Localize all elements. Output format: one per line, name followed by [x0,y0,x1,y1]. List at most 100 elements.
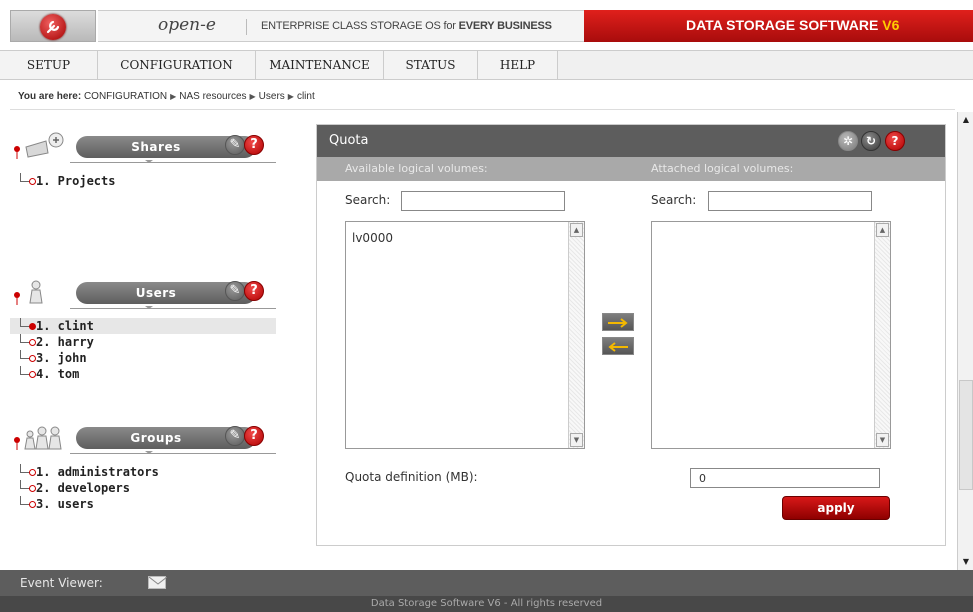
breadcrumb-arrow-icon: ▶ [249,92,256,101]
product-version: V6 [882,17,900,33]
envelope-icon[interactable] [148,576,168,589]
volume-column-headers: Available logical volumes: Attached logi… [317,157,945,181]
event-viewer-label: Event Viewer: [20,576,103,590]
group-item-developers[interactable]: 2. developers [10,480,276,496]
quota-panel: Quota ✲ ↻ ? Available logical volumes: A… [316,124,946,546]
event-viewer-bar: Event Viewer: [0,570,973,596]
scroll-down-icon[interactable]: ▼ [570,433,583,447]
tree-node-icon [29,371,36,378]
section-notch [145,306,153,309]
tree-node-icon [29,485,36,492]
group-item-users[interactable]: 3. users [10,496,276,512]
move-left-button[interactable] [602,337,634,355]
attached-search-label: Search: [651,193,697,207]
quota-definition-label: Quota definition (MB): [345,470,478,484]
users-icon [14,280,43,305]
product-name: DATA STORAGE SOFTWARE V6 [686,17,900,33]
breadcrumb-configuration[interactable]: CONFIGURATION [84,91,167,102]
app-window: open-e ENTERPRISE CLASS STORAGE OS for E… [0,0,973,612]
groups-settings-wrench-icon[interactable]: ✎ [225,426,245,446]
brand-name: open-e [158,15,216,35]
menu-status[interactable]: STATUS [384,51,478,79]
menu-help[interactable]: HELP [478,51,558,79]
main-menu: SETUP CONFIGURATION MAINTENANCE STATUS H… [0,50,973,80]
help-icon[interactable]: ? [885,131,905,151]
page-scrollbar[interactable]: ▲ ▼ [957,112,973,570]
move-right-button[interactable] [602,313,634,331]
user-item-clint[interactable]: 1. clint [10,318,276,334]
settings-gear-icon[interactable]: ✲ [838,131,858,151]
groups-icon [14,426,62,450]
arrow-left-icon [608,342,628,352]
menu-configuration[interactable]: CONFIGURATION [98,51,256,79]
breadcrumb-nas-resources[interactable]: NAS resources [179,91,246,102]
user-item-harry[interactable]: 2. harry [10,334,276,350]
breadcrumb-arrow-icon: ▶ [170,92,177,101]
users-section-header: Users ✎ ? [10,273,276,309]
users-help-icon[interactable]: ? [244,281,264,301]
open-e-logo-icon [40,14,66,40]
attached-list-scrollbar[interactable]: ▲ ▼ [874,222,890,448]
group-item-administrators[interactable]: 1. administrators [10,464,276,480]
attached-volumes-heading: Attached logical volumes: [651,162,794,175]
user-item-john[interactable]: 3. john [10,350,276,366]
volume-option-lv0000[interactable]: lv0000 [352,231,393,245]
breadcrumb-arrow-icon: ▶ [287,92,294,101]
available-search-input[interactable] [401,191,565,211]
section-underline [70,453,276,454]
scroll-up-icon[interactable]: ▲ [570,223,583,237]
groups-list: 1. administrators 2. developers 3. users [10,464,276,512]
users-settings-wrench-icon[interactable]: ✎ [225,281,245,301]
tree-node-icon [29,501,36,508]
available-volumes-heading: Available logical volumes: [345,162,488,175]
shares-section-header: Shares ✎ ? [10,127,276,163]
scroll-down-icon[interactable]: ▼ [876,433,889,447]
page-scroll-up-icon[interactable]: ▲ [959,112,973,128]
menu-setup[interactable]: SETUP [0,51,98,79]
header: open-e ENTERPRISE CLASS STORAGE OS for E… [0,0,973,50]
breadcrumb-divider [10,109,955,110]
home-logo-button[interactable] [10,10,96,42]
available-volumes-list[interactable]: lv0000 ▲ ▼ [345,221,585,449]
refresh-icon[interactable]: ↻ [861,131,881,151]
groups-section-header: Groups ✎ ? [10,418,276,454]
shares-settings-wrench-icon[interactable]: ✎ [225,135,245,155]
attached-volumes-list[interactable]: ▲ ▼ [651,221,891,449]
brand-tagline: ENTERPRISE CLASS STORAGE OS for EVERY BU… [261,20,552,32]
tree-node-icon [29,469,36,476]
footer-copyright: Data Storage Software V6 - All rights re… [0,596,973,612]
groups-title: Groups [130,431,182,445]
section-underline [70,162,276,163]
page-scroll-thumb[interactable] [959,380,973,490]
shares-title: Shares [131,140,181,154]
available-search-label: Search: [345,193,391,207]
quota-definition-input[interactable] [690,468,880,488]
menu-maintenance[interactable]: MAINTENANCE [256,51,384,79]
section-notch [145,451,153,454]
shares-icon [14,132,64,159]
available-list-scrollbar[interactable]: ▲ ▼ [568,222,584,448]
shares-list: 1. Projects [10,173,276,189]
scroll-up-icon[interactable]: ▲ [876,223,889,237]
share-item-projects[interactable]: 1. Projects [10,173,276,189]
users-title: Users [135,286,177,300]
brand-bar: open-e ENTERPRISE CLASS STORAGE OS for E… [98,10,584,42]
tree-node-icon [29,355,36,362]
resources-sidebar: Shares ✎ ? 1. Projects Users ✎ ? 1. clin… [10,113,276,570]
attached-search-input[interactable] [708,191,872,211]
brand-divider [246,19,247,35]
tree-node-selected-icon [29,323,36,330]
section-underline [70,308,276,309]
breadcrumb-users[interactable]: Users [259,91,285,102]
groups-help-icon[interactable]: ? [244,426,264,446]
apply-button[interactable]: apply [782,496,890,520]
shares-help-icon[interactable]: ? [244,135,264,155]
tree-node-icon [29,339,36,346]
section-notch [145,160,153,163]
users-list: 1. clint 2. harry 3. john 4. tom [10,318,276,382]
tree-node-icon [29,178,36,185]
page-scroll-down-icon[interactable]: ▼ [959,554,973,570]
arrow-right-icon [608,318,628,328]
quota-header: Quota ✲ ↻ ? [317,125,945,157]
user-item-tom[interactable]: 4. tom [10,366,276,382]
